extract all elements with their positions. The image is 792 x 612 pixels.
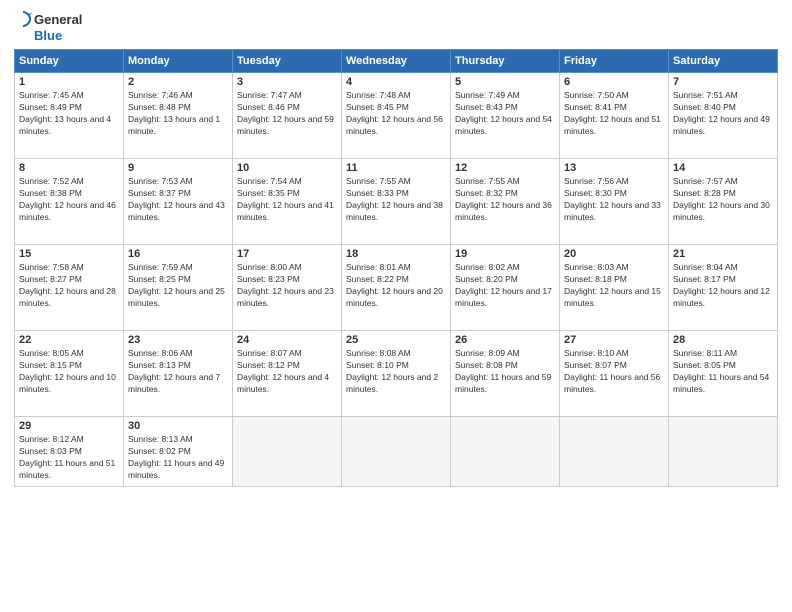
logo-text-blue: Blue bbox=[34, 28, 62, 43]
calendar-day bbox=[669, 417, 778, 487]
calendar-day: 17Sunrise: 8:00 AMSunset: 8:23 PMDayligh… bbox=[233, 245, 342, 331]
calendar-day: 3Sunrise: 7:47 AMSunset: 8:46 PMDaylight… bbox=[233, 73, 342, 159]
weekday-header-wednesday: Wednesday bbox=[342, 50, 451, 73]
calendar-day: 5Sunrise: 7:49 AMSunset: 8:43 PMDaylight… bbox=[451, 73, 560, 159]
weekday-header-row: SundayMondayTuesdayWednesdayThursdayFrid… bbox=[15, 50, 778, 73]
calendar-day: 29Sunrise: 8:12 AMSunset: 8:03 PMDayligh… bbox=[15, 417, 124, 487]
weekday-header-sunday: Sunday bbox=[15, 50, 124, 73]
calendar-day: 2Sunrise: 7:46 AMSunset: 8:48 PMDaylight… bbox=[124, 73, 233, 159]
calendar-day: 23Sunrise: 8:06 AMSunset: 8:13 PMDayligh… bbox=[124, 331, 233, 417]
logo-bird-icon bbox=[14, 10, 32, 28]
calendar-day bbox=[233, 417, 342, 487]
calendar-day: 25Sunrise: 8:08 AMSunset: 8:10 PMDayligh… bbox=[342, 331, 451, 417]
calendar-day: 6Sunrise: 7:50 AMSunset: 8:41 PMDaylight… bbox=[560, 73, 669, 159]
calendar-day: 14Sunrise: 7:57 AMSunset: 8:28 PMDayligh… bbox=[669, 159, 778, 245]
week-row: 22Sunrise: 8:05 AMSunset: 8:15 PMDayligh… bbox=[15, 331, 778, 417]
calendar-day: 28Sunrise: 8:11 AMSunset: 8:05 PMDayligh… bbox=[669, 331, 778, 417]
calendar-day: 13Sunrise: 7:56 AMSunset: 8:30 PMDayligh… bbox=[560, 159, 669, 245]
calendar-day bbox=[342, 417, 451, 487]
calendar-day: 18Sunrise: 8:01 AMSunset: 8:22 PMDayligh… bbox=[342, 245, 451, 331]
logo-text-general: General bbox=[34, 12, 82, 27]
calendar-day: 8Sunrise: 7:52 AMSunset: 8:38 PMDaylight… bbox=[15, 159, 124, 245]
calendar-day: 4Sunrise: 7:48 AMSunset: 8:45 PMDaylight… bbox=[342, 73, 451, 159]
weekday-header-saturday: Saturday bbox=[669, 50, 778, 73]
calendar-day: 16Sunrise: 7:59 AMSunset: 8:25 PMDayligh… bbox=[124, 245, 233, 331]
calendar-day: 27Sunrise: 8:10 AMSunset: 8:07 PMDayligh… bbox=[560, 331, 669, 417]
calendar-day: 11Sunrise: 7:55 AMSunset: 8:33 PMDayligh… bbox=[342, 159, 451, 245]
week-row: 8Sunrise: 7:52 AMSunset: 8:38 PMDaylight… bbox=[15, 159, 778, 245]
week-row: 1Sunrise: 7:45 AMSunset: 8:49 PMDaylight… bbox=[15, 73, 778, 159]
week-row: 29Sunrise: 8:12 AMSunset: 8:03 PMDayligh… bbox=[15, 417, 778, 487]
calendar-day: 15Sunrise: 7:58 AMSunset: 8:27 PMDayligh… bbox=[15, 245, 124, 331]
calendar-table: SundayMondayTuesdayWednesdayThursdayFrid… bbox=[14, 49, 778, 487]
calendar-day: 19Sunrise: 8:02 AMSunset: 8:20 PMDayligh… bbox=[451, 245, 560, 331]
calendar-day: 24Sunrise: 8:07 AMSunset: 8:12 PMDayligh… bbox=[233, 331, 342, 417]
calendar-day: 1Sunrise: 7:45 AMSunset: 8:49 PMDaylight… bbox=[15, 73, 124, 159]
weekday-header-monday: Monday bbox=[124, 50, 233, 73]
calendar-day: 22Sunrise: 8:05 AMSunset: 8:15 PMDayligh… bbox=[15, 331, 124, 417]
calendar-day: 30Sunrise: 8:13 AMSunset: 8:02 PMDayligh… bbox=[124, 417, 233, 487]
weekday-header-friday: Friday bbox=[560, 50, 669, 73]
week-row: 15Sunrise: 7:58 AMSunset: 8:27 PMDayligh… bbox=[15, 245, 778, 331]
calendar-day: 26Sunrise: 8:09 AMSunset: 8:08 PMDayligh… bbox=[451, 331, 560, 417]
logo: General Blue bbox=[14, 10, 82, 43]
calendar-day: 20Sunrise: 8:03 AMSunset: 8:18 PMDayligh… bbox=[560, 245, 669, 331]
calendar-container: General Blue SundayMondayTuesdayWednesda… bbox=[0, 0, 792, 612]
calendar-day: 21Sunrise: 8:04 AMSunset: 8:17 PMDayligh… bbox=[669, 245, 778, 331]
calendar-day: 9Sunrise: 7:53 AMSunset: 8:37 PMDaylight… bbox=[124, 159, 233, 245]
calendar-day bbox=[451, 417, 560, 487]
header: General Blue bbox=[14, 10, 778, 43]
weekday-header-thursday: Thursday bbox=[451, 50, 560, 73]
calendar-day: 7Sunrise: 7:51 AMSunset: 8:40 PMDaylight… bbox=[669, 73, 778, 159]
calendar-day: 12Sunrise: 7:55 AMSunset: 8:32 PMDayligh… bbox=[451, 159, 560, 245]
calendar-day: 10Sunrise: 7:54 AMSunset: 8:35 PMDayligh… bbox=[233, 159, 342, 245]
weekday-header-tuesday: Tuesday bbox=[233, 50, 342, 73]
calendar-day bbox=[560, 417, 669, 487]
